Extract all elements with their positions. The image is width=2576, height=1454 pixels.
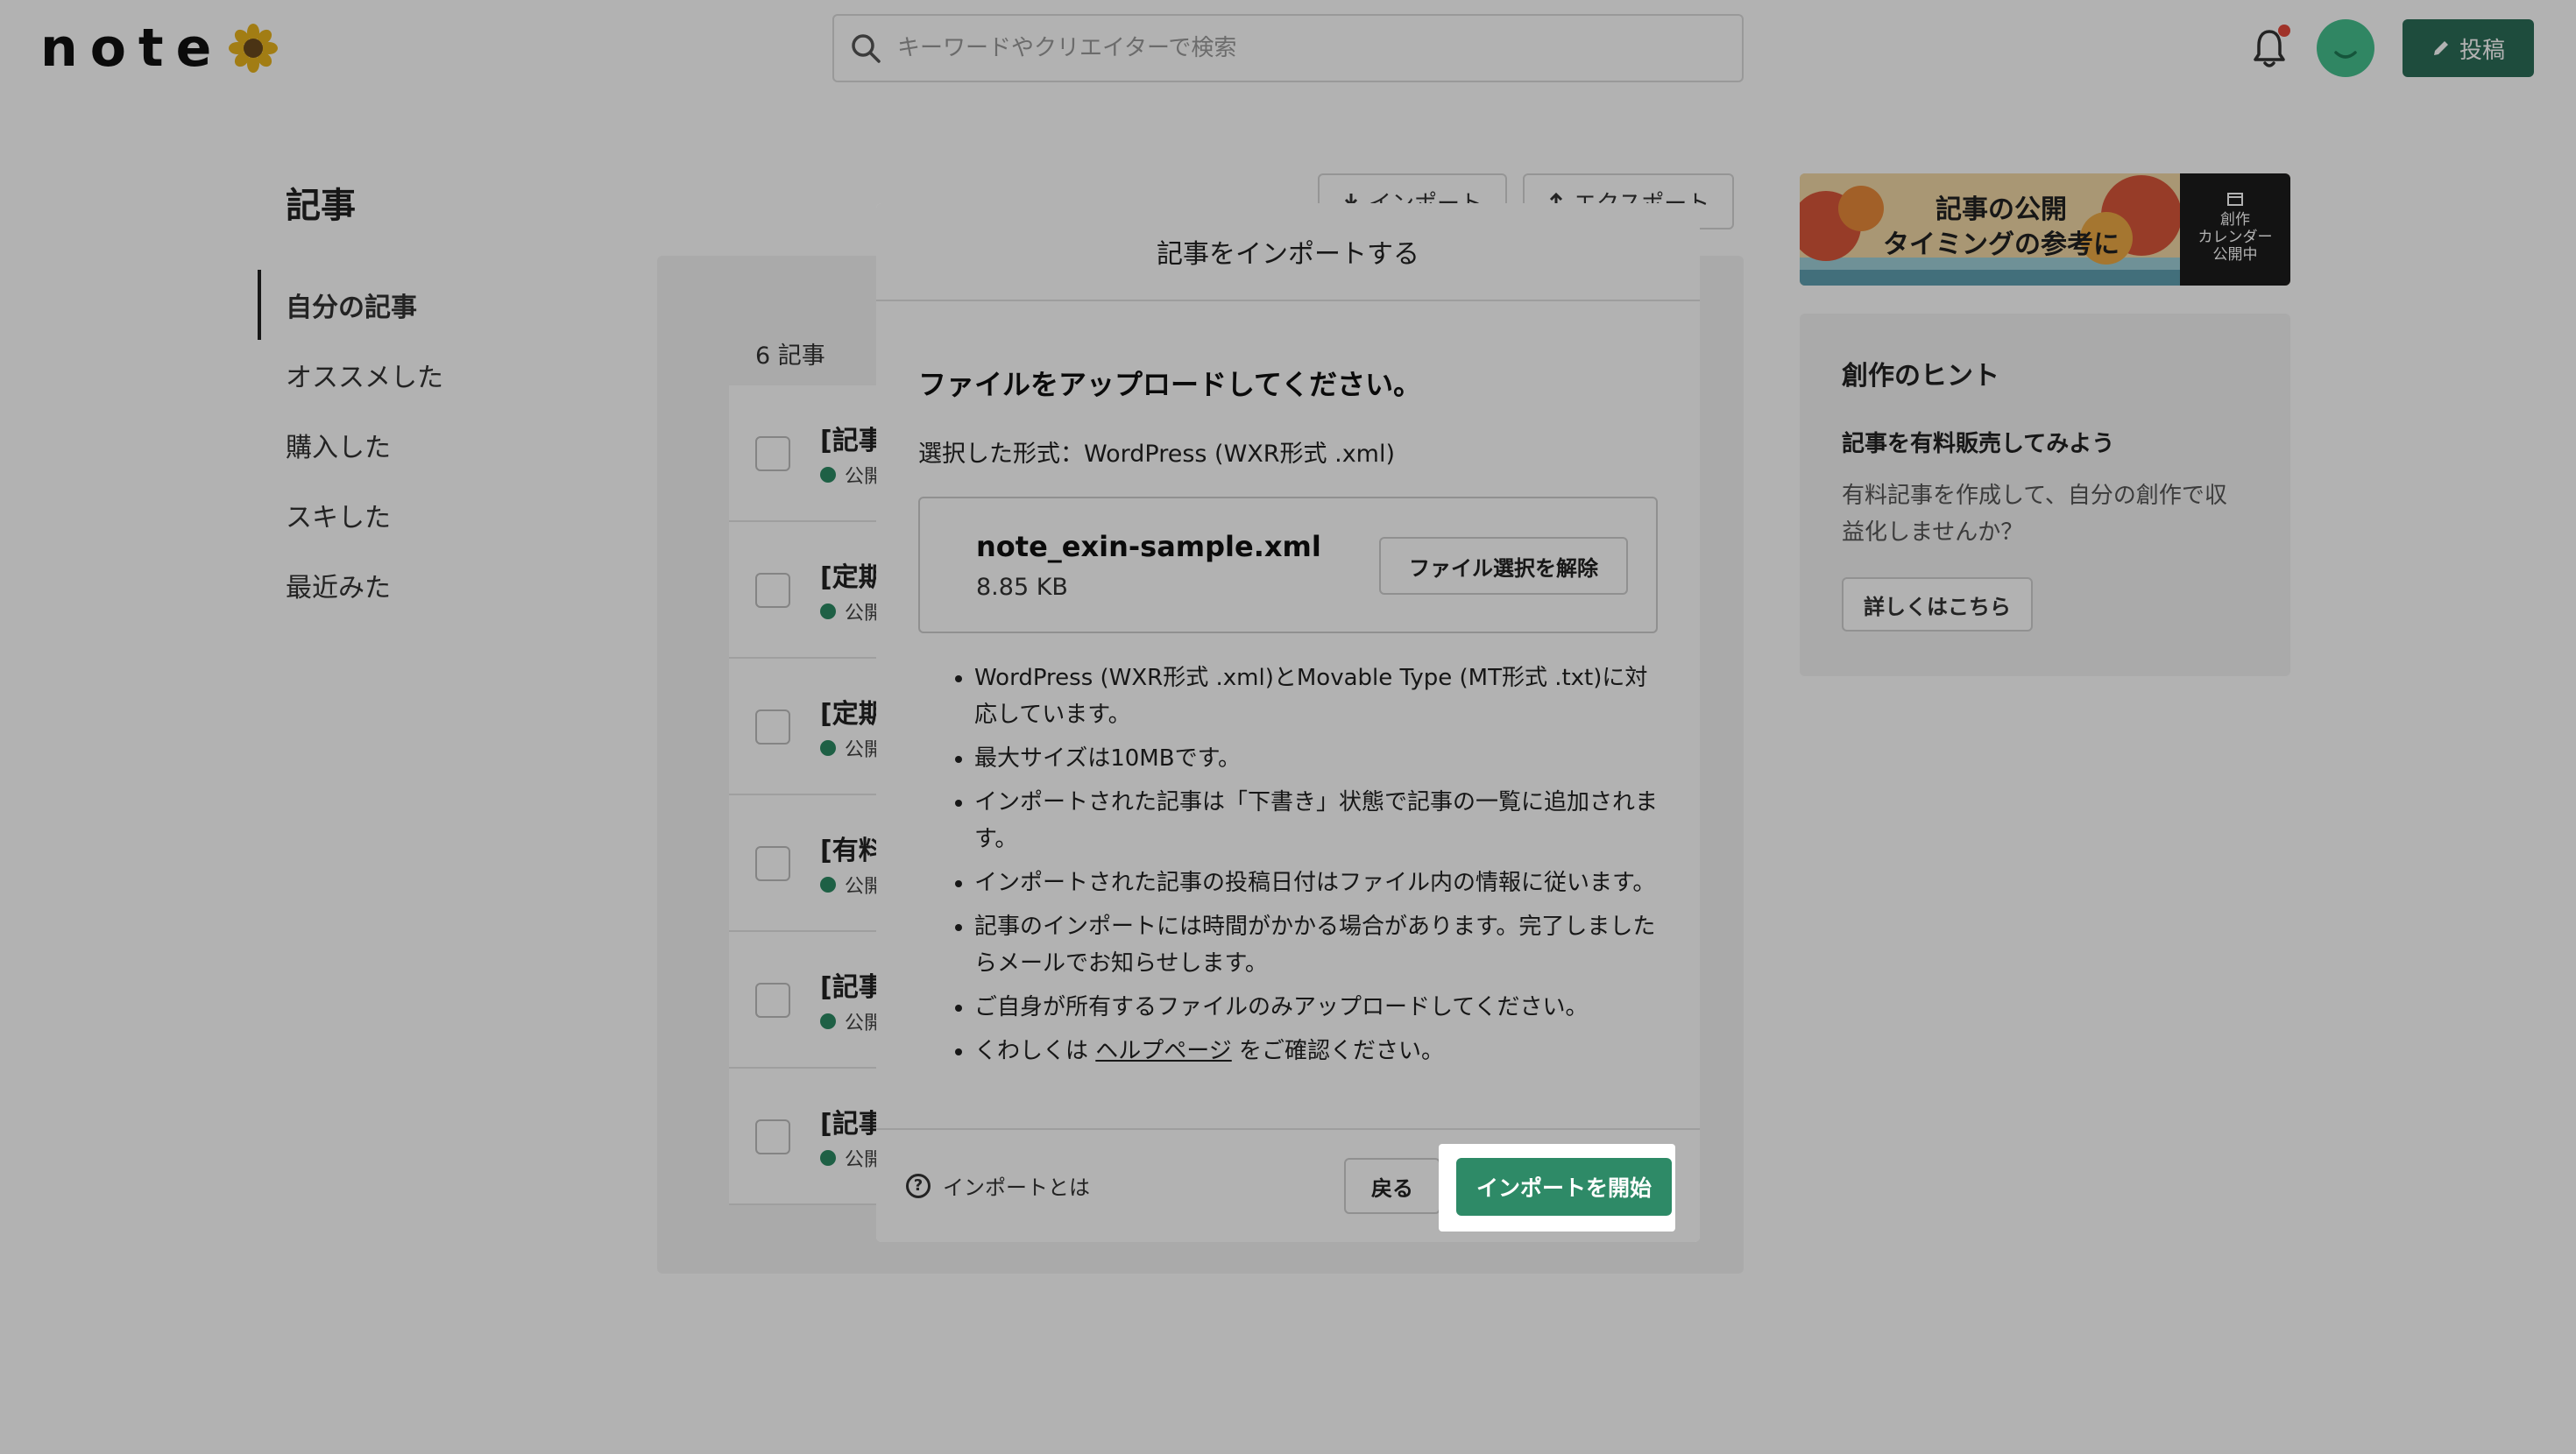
help-suffix: をご確認ください。	[1239, 1038, 1445, 1064]
what-is-import-link[interactable]: ? インポートとは	[906, 1170, 1090, 1201]
import-dialog: 記事をインポートする ファイルをアップロードしてください。 選択した形式：Wor…	[876, 203, 1700, 1242]
list-item: 最大サイズは10MBです。	[974, 740, 1658, 777]
list-item: 記事のインポートには時間がかかる場合があります。完了しましたらメールでお知らせし…	[974, 908, 1658, 982]
what-is-import-label: インポートとは	[943, 1175, 1090, 1200]
list-item: くわしくは ヘルプページ をご確認ください。	[974, 1033, 1658, 1069]
help-page-link[interactable]: ヘルプページ	[1095, 1038, 1231, 1064]
question-icon: ?	[906, 1173, 931, 1198]
back-button[interactable]: 戻る	[1344, 1158, 1440, 1214]
upload-heading: ファイルをアップロードしてください。	[918, 368, 1422, 401]
selected-file-box: note_exin-sample.xml 8.85 KB ファイル選択を解除	[918, 497, 1658, 633]
start-import-button[interactable]: インポートを開始	[1456, 1158, 1672, 1216]
help-prefix: くわしくは	[974, 1038, 1089, 1064]
list-item: インポートされた記事は「下書き」状態で記事の一覧に追加されます。	[974, 784, 1658, 858]
dialog-body: ファイルをアップロードしてください。 選択した形式：WordPress (WXR…	[876, 363, 1700, 1069]
list-item: ご自身が所有するファイルのみアップロードしてください。	[974, 989, 1658, 1026]
list-item: インポートされた記事の投稿日付はファイル内の情報に従います。	[974, 865, 1658, 901]
clear-file-button[interactable]: ファイル選択を解除	[1379, 537, 1628, 595]
import-notes: WordPress (WXR形式 .xml)とMovable Type (MT形…	[918, 660, 1658, 1069]
selected-format: 選択した形式：WordPress (WXR形式 .xml)	[918, 441, 1396, 468]
file-name: note_exin-sample.xml	[976, 530, 1321, 563]
file-size: 8.85 KB	[976, 574, 1068, 601]
list-item: WordPress (WXR形式 .xml)とMovable Type (MT形…	[974, 660, 1658, 733]
dialog-title: 記事をインポートする	[876, 203, 1700, 301]
